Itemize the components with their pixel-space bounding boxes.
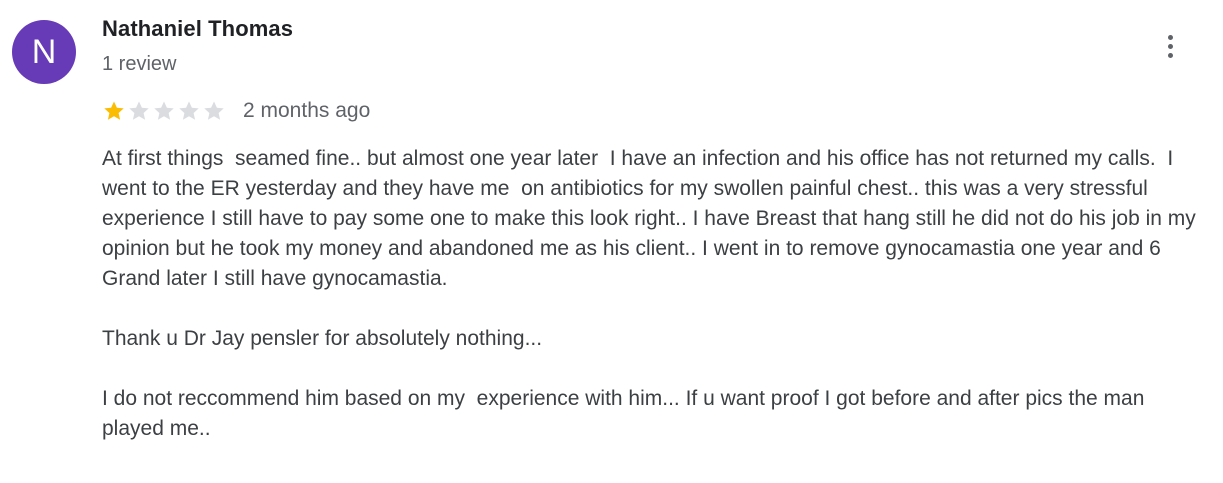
author-name[interactable]: Nathaniel Thomas — [102, 16, 293, 42]
rating-row: 2 months ago — [102, 97, 370, 125]
review-text: At first things seamed fine.. but almost… — [102, 144, 1212, 474]
review-date: 2 months ago — [243, 99, 371, 122]
star-empty-icon — [204, 101, 224, 120]
more-vert-icon-dot — [1167, 43, 1173, 49]
review-paragraph: I do not reccommend him based on my expe… — [102, 387, 1151, 440]
star-empty-icon — [179, 101, 199, 120]
more-options-button[interactable] — [1150, 26, 1190, 66]
star-rating — [102, 99, 227, 123]
avatar[interactable]: N — [12, 20, 76, 84]
more-vert-icon-dot — [1167, 34, 1173, 40]
more-vert-icon-dot — [1167, 52, 1173, 58]
review-count[interactable]: 1 review — [102, 53, 176, 76]
star-filled-icon — [104, 101, 124, 120]
review-card: N Nathaniel Thomas 1 review 2 months ago… — [0, 0, 1223, 483]
star-empty-icon — [154, 101, 174, 120]
review-paragraph: At first things seamed fine.. but almost… — [102, 147, 1202, 290]
review-paragraph: Thank u Dr Jay pensler for absolutely no… — [102, 327, 543, 350]
star-empty-icon — [129, 101, 149, 120]
